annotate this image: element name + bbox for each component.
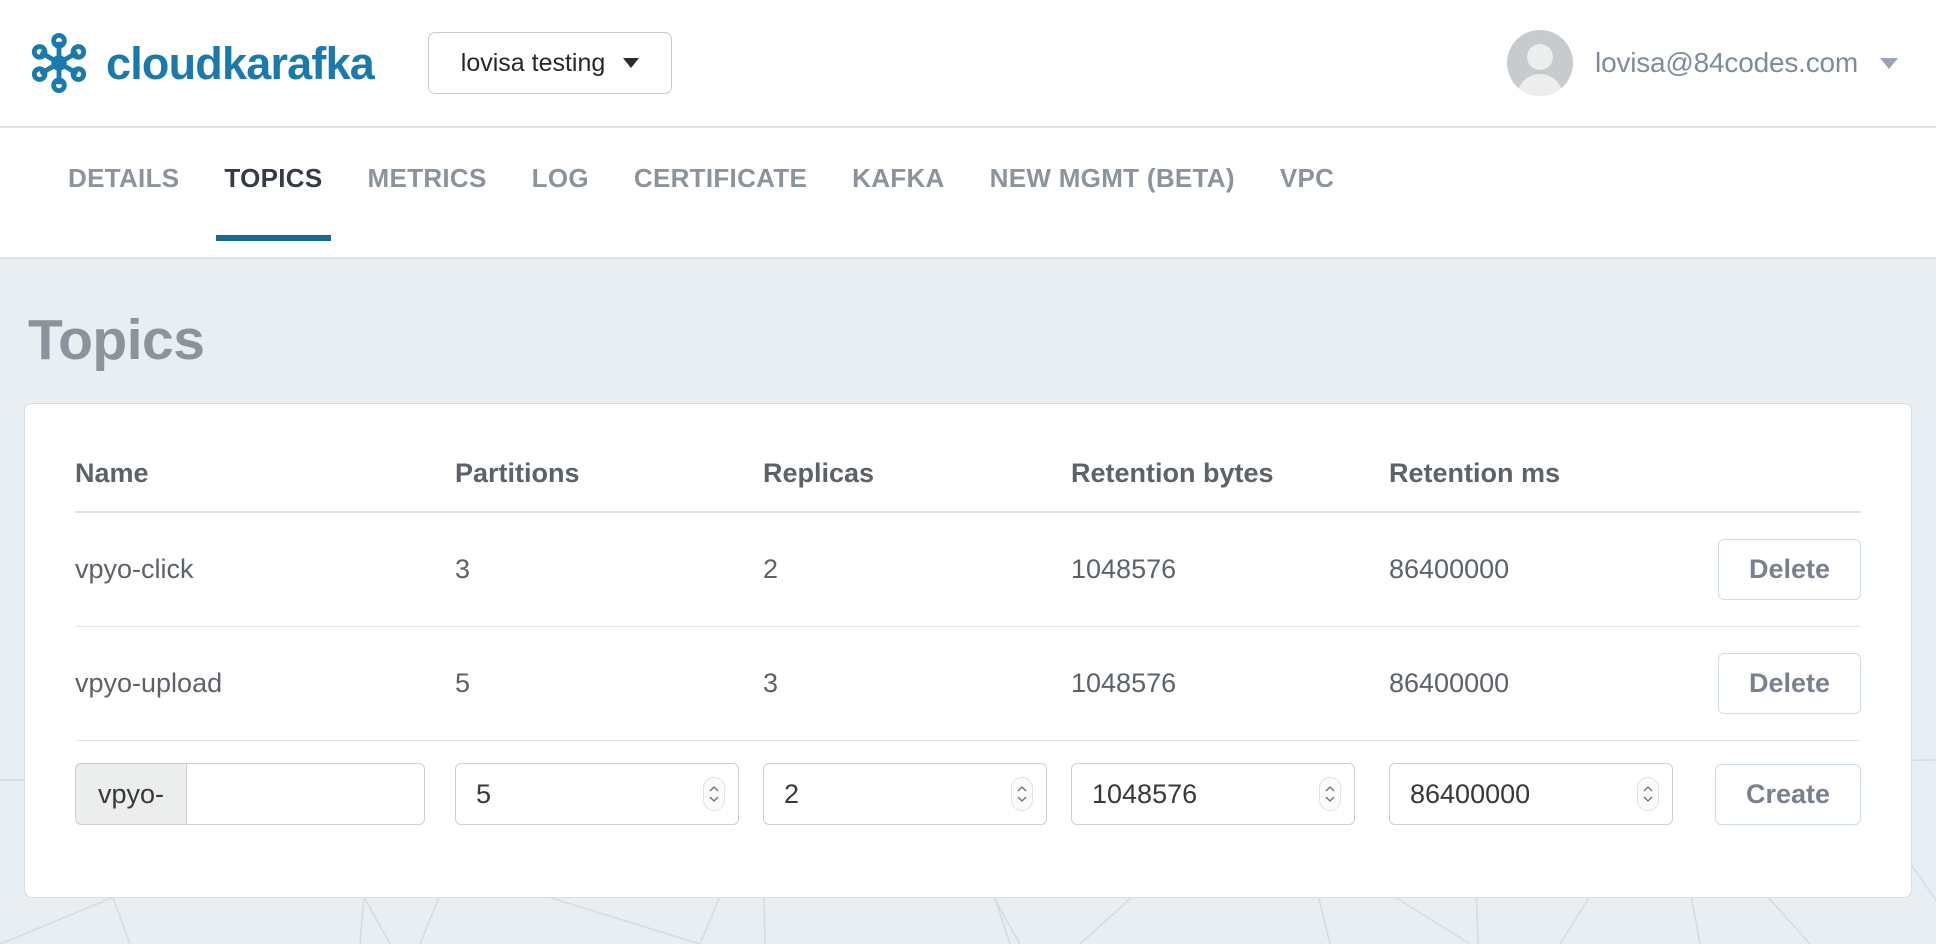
page-title: Topics bbox=[28, 308, 205, 372]
new-topic-name-input[interactable] bbox=[186, 763, 425, 826]
cell-replicas: 3 bbox=[763, 626, 1071, 742]
user-email-label: lovisa@84codes.com bbox=[1595, 47, 1858, 78]
topics-card: Name Partitions Replicas Retention bytes… bbox=[24, 403, 1912, 899]
create-topic-form-row: vpyo- 5 2 1048576 86400000 Create bbox=[75, 741, 1861, 836]
cell-new-topic-name: vpyo- bbox=[75, 741, 455, 836]
cell-replicas: 2 bbox=[763, 512, 1071, 628]
delete-topic-button[interactable]: Delete bbox=[1717, 653, 1861, 715]
tab-topics[interactable]: TOPICS bbox=[205, 128, 341, 241]
new-partitions-field bbox=[455, 763, 739, 826]
brand-logo-link[interactable]: cloudkarafka bbox=[28, 32, 375, 94]
tab-log[interactable]: LOG bbox=[513, 128, 608, 228]
tab-metrics[interactable]: METRICS bbox=[349, 128, 506, 228]
caret-down-icon bbox=[1880, 57, 1898, 69]
table-row: vpyo-click 3 2 1048576 86400000 Delete bbox=[75, 512, 1861, 628]
column-header-actions bbox=[1707, 438, 1861, 513]
tab-new-mgmt-beta[interactable]: NEW MGMT (BETA) bbox=[971, 128, 1254, 228]
org-switcher-button[interactable]: lovisa testing bbox=[428, 32, 673, 94]
karafka-node-cluster-logo bbox=[31, 32, 87, 94]
user-avatar-placeholder-icon bbox=[1507, 30, 1574, 96]
cell-new-retention-ms bbox=[1389, 741, 1707, 836]
caret-down-icon bbox=[623, 58, 640, 68]
new-replicas-field bbox=[763, 763, 1047, 826]
cell-topic-name: vpyo-upload bbox=[75, 626, 455, 742]
table-header: Name Partitions Replicas Retention bytes… bbox=[75, 438, 1861, 513]
cell-new-retention-bytes bbox=[1071, 741, 1389, 836]
create-topic-button[interactable]: Create bbox=[1714, 763, 1861, 825]
column-header-retention-ms: Retention ms bbox=[1389, 438, 1707, 513]
column-header-replicas: Replicas bbox=[763, 438, 1071, 513]
number-stepper-icon[interactable] bbox=[1011, 777, 1033, 812]
table-header-row: Name Partitions Replicas Retention bytes… bbox=[75, 438, 1861, 513]
cell-topic-name: vpyo-click bbox=[75, 512, 455, 628]
new-partitions-input[interactable] bbox=[455, 763, 739, 826]
app-header: cloudkarafka lovisa testing lovisa@84cod… bbox=[0, 0, 1936, 128]
table-row: vpyo-upload 5 3 1048576 86400000 Delete bbox=[75, 626, 1861, 742]
number-stepper-icon[interactable] bbox=[1319, 777, 1341, 812]
new-topic-name-group: vpyo- bbox=[75, 763, 425, 826]
column-header-partitions: Partitions bbox=[455, 438, 763, 513]
column-header-retention-bytes: Retention bytes bbox=[1071, 438, 1389, 513]
user-menu-button[interactable]: lovisa@84codes.com bbox=[1507, 30, 1908, 96]
new-retention-ms-field bbox=[1389, 763, 1673, 826]
org-switcher-label: lovisa testing bbox=[460, 48, 606, 77]
brand-name: cloudkarafka bbox=[106, 37, 375, 89]
topics-table: Name Partitions Replicas Retention bytes… bbox=[75, 438, 1861, 835]
new-replicas-input[interactable] bbox=[763, 763, 1047, 826]
table-body: vpyo-click 3 2 1048576 86400000 Delete v… bbox=[75, 512, 1861, 835]
cell-retention-ms: 86400000 bbox=[1389, 626, 1707, 742]
tab-details[interactable]: DETAILS bbox=[68, 128, 198, 228]
tab-kafka[interactable]: KAFKA bbox=[833, 128, 964, 228]
topic-name-prefix-addon: vpyo- bbox=[75, 763, 187, 826]
cell-retention-bytes: 1048576 bbox=[1071, 512, 1389, 628]
tab-vpc[interactable]: VPC bbox=[1261, 128, 1353, 228]
new-retention-ms-input[interactable] bbox=[1389, 763, 1673, 826]
column-header-name: Name bbox=[75, 438, 455, 513]
delete-topic-button[interactable]: Delete bbox=[1717, 539, 1861, 601]
cell-partitions: 5 bbox=[455, 626, 763, 742]
tab-certificate[interactable]: CERTIFICATE bbox=[615, 128, 826, 228]
primary-tab-nav: DETAILS TOPICS METRICS LOG CERTIFICATE K… bbox=[0, 128, 1936, 259]
cell-create-action: Create bbox=[1707, 741, 1861, 836]
new-retention-bytes-field bbox=[1071, 763, 1355, 826]
cell-retention-bytes: 1048576 bbox=[1071, 626, 1389, 742]
cell-new-replicas bbox=[763, 741, 1071, 836]
number-stepper-icon[interactable] bbox=[703, 777, 725, 812]
cell-partitions: 3 bbox=[455, 512, 763, 628]
cell-retention-ms: 86400000 bbox=[1389, 512, 1707, 628]
cell-actions: Delete bbox=[1707, 512, 1861, 628]
number-stepper-icon[interactable] bbox=[1637, 777, 1659, 812]
cell-actions: Delete bbox=[1707, 626, 1861, 742]
cell-new-partitions bbox=[455, 741, 763, 836]
new-retention-bytes-input[interactable] bbox=[1071, 763, 1355, 826]
page-content: Topics Name Partitions Replicas Retentio… bbox=[0, 307, 1936, 899]
